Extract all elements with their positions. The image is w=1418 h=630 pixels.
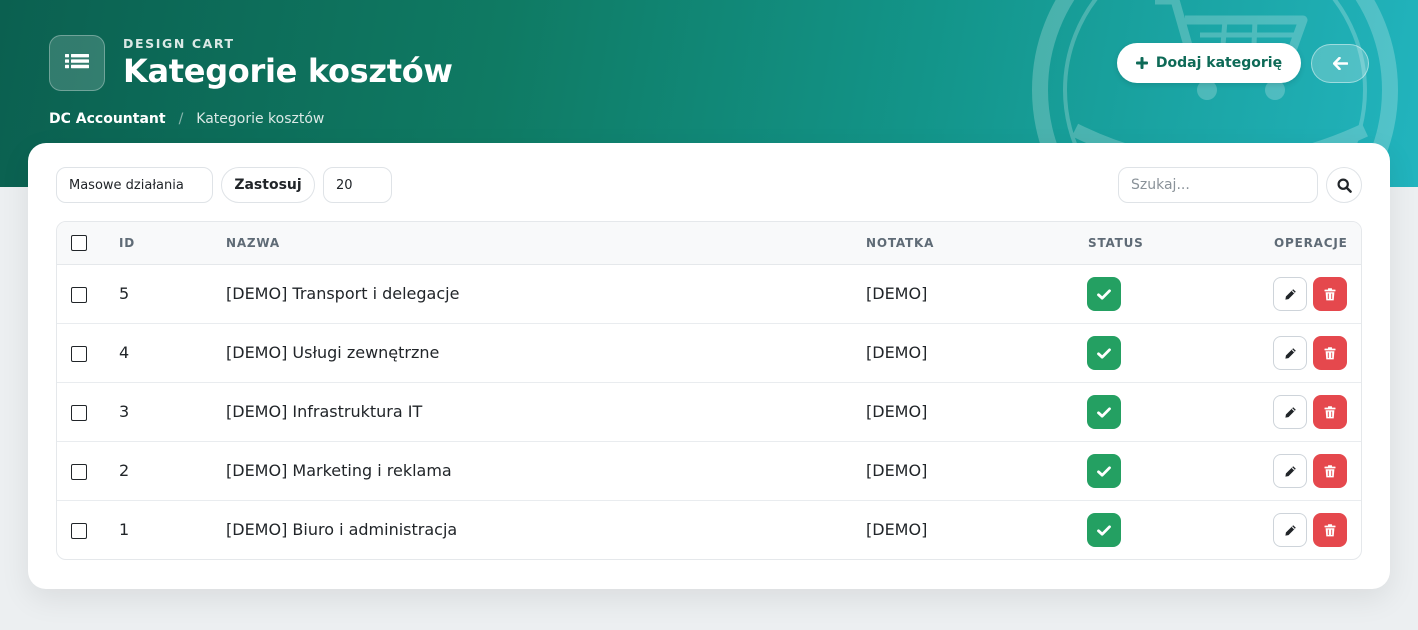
breadcrumb-root-link[interactable]: DC Accountant xyxy=(49,111,166,127)
check-icon xyxy=(1097,465,1111,477)
breadcrumb: DC Accountant / Kategorie kosztów xyxy=(49,111,324,127)
back-button[interactable] xyxy=(1311,44,1369,83)
check-icon xyxy=(1097,524,1111,536)
row-checkbox[interactable] xyxy=(71,405,87,421)
check-icon xyxy=(1097,406,1111,418)
search-icon xyxy=(1336,177,1352,193)
edit-button[interactable] xyxy=(1273,513,1307,547)
row-id: 4 xyxy=(119,343,130,362)
status-badge[interactable] xyxy=(1087,277,1121,311)
row-name: [DEMO] Transport i delegacje xyxy=(226,284,460,303)
row-note: [DEMO] xyxy=(866,343,928,362)
row-note: [DEMO] xyxy=(866,284,928,303)
plus-icon xyxy=(1135,57,1148,69)
check-icon xyxy=(1097,288,1111,300)
app-icon xyxy=(49,35,105,91)
row-checkbox[interactable] xyxy=(71,523,87,539)
edit-button[interactable] xyxy=(1273,395,1307,429)
categories-card: Masowe działania Zastosuj 20 ID NAZWA NO… xyxy=(28,143,1390,589)
pencil-icon xyxy=(1284,465,1296,477)
delete-button[interactable] xyxy=(1313,454,1347,488)
table-row: 4 [DEMO] Usługi zewnętrzne [DEMO] xyxy=(57,324,1361,383)
trash-icon xyxy=(1324,405,1336,418)
check-icon xyxy=(1097,347,1111,359)
pencil-icon xyxy=(1284,288,1296,300)
table-row: 5 [DEMO] Transport i delegacje [DEMO] xyxy=(57,265,1361,324)
status-badge[interactable] xyxy=(1087,513,1121,547)
status-badge[interactable] xyxy=(1087,454,1121,488)
trash-icon xyxy=(1324,464,1336,477)
delete-button[interactable] xyxy=(1313,277,1347,311)
row-id: 1 xyxy=(119,520,130,539)
row-note: [DEMO] xyxy=(866,461,928,480)
edit-button[interactable] xyxy=(1273,454,1307,488)
trash-icon xyxy=(1324,346,1336,359)
search-button[interactable] xyxy=(1326,167,1362,203)
add-category-label: Dodaj kategorię xyxy=(1155,55,1283,71)
app-caption: DESIGN CART xyxy=(123,36,235,51)
delete-button[interactable] xyxy=(1313,513,1347,547)
breadcrumb-current: Kategorie kosztów xyxy=(196,111,325,127)
trash-icon xyxy=(1324,287,1336,300)
select-all-checkbox[interactable] xyxy=(71,235,87,251)
column-header-actions: OPERACJE xyxy=(1274,236,1348,250)
edit-button[interactable] xyxy=(1273,336,1307,370)
search-input[interactable] xyxy=(1118,167,1318,203)
pencil-icon xyxy=(1284,524,1296,536)
trash-icon xyxy=(1324,523,1336,536)
list-icon xyxy=(65,54,89,69)
row-name: [DEMO] Marketing i reklama xyxy=(226,461,452,480)
column-header-note[interactable]: NOTATKA xyxy=(866,222,934,265)
delete-button[interactable] xyxy=(1313,395,1347,429)
column-header-id[interactable]: ID xyxy=(119,222,135,265)
bulk-actions-select[interactable]: Masowe działania xyxy=(56,167,213,203)
pencil-icon xyxy=(1284,406,1296,418)
categories-table: ID NAZWA NOTATKA STATUS OPERACJE 5 [DEMO… xyxy=(56,221,1362,560)
apply-button[interactable]: Zastosuj xyxy=(221,167,315,203)
delete-button[interactable] xyxy=(1313,336,1347,370)
row-checkbox[interactable] xyxy=(71,346,87,362)
status-badge[interactable] xyxy=(1087,336,1121,370)
table-row: 2 [DEMO] Marketing i reklama [DEMO] xyxy=(57,442,1361,501)
row-note: [DEMO] xyxy=(866,520,928,539)
edit-button[interactable] xyxy=(1273,277,1307,311)
row-name: [DEMO] Biuro i administracja xyxy=(226,520,458,539)
breadcrumb-separator: / xyxy=(178,111,184,127)
row-name: [DEMO] Infrastruktura IT xyxy=(226,402,423,421)
row-checkbox[interactable] xyxy=(71,287,87,303)
arrow-left-icon xyxy=(1332,57,1348,70)
per-page-select[interactable]: 20 xyxy=(323,167,392,203)
row-id: 2 xyxy=(119,461,130,480)
row-note: [DEMO] xyxy=(866,402,928,421)
table-header: ID NAZWA NOTATKA STATUS OPERACJE xyxy=(57,222,1361,265)
row-checkbox[interactable] xyxy=(71,464,87,480)
table-row: 3 [DEMO] Infrastruktura IT [DEMO] xyxy=(57,383,1361,442)
status-badge[interactable] xyxy=(1087,395,1121,429)
table-row: 1 [DEMO] Biuro i administracja [DEMO] xyxy=(57,501,1361,559)
row-id: 3 xyxy=(119,402,130,421)
row-name: [DEMO] Usługi zewnętrzne xyxy=(226,343,440,362)
column-header-name[interactable]: NAZWA xyxy=(226,222,280,265)
column-header-status[interactable]: STATUS xyxy=(1088,222,1144,265)
page-title: Kategorie kosztów xyxy=(123,52,453,90)
row-id: 5 xyxy=(119,284,130,303)
pencil-icon xyxy=(1284,347,1296,359)
add-category-button[interactable]: Dodaj kategorię xyxy=(1117,43,1301,83)
